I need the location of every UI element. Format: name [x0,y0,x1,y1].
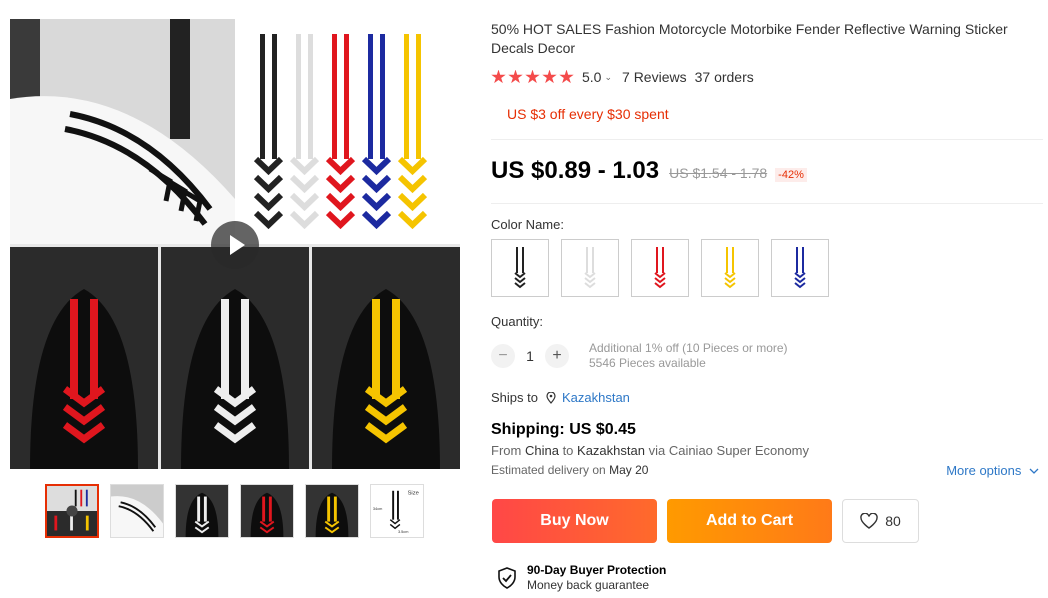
sticker-preview-icon [514,247,526,289]
coupon-text[interactable]: US $3 off every $30 spent [507,106,669,122]
sticker-preview-icon [584,247,596,289]
stock-available-text: 5546 Pieces available [589,356,706,370]
size-dim-a: 34cm [373,507,382,511]
play-icon [229,235,245,255]
color-swatch-red[interactable] [631,239,689,297]
rating-row: 5.0 ⌄ 7 Reviews 37 orders [491,69,754,85]
color-swatch-yellow[interactable] [701,239,759,297]
thumbnail-4[interactable] [240,484,294,538]
color-label: Color Name: [491,217,564,232]
quantity-input[interactable]: 1 [515,348,545,364]
size-label: Size [408,491,419,497]
orders-count: 37 orders [694,69,754,85]
color-swatch-black[interactable] [491,239,549,297]
heart-icon [860,513,878,529]
shield-check-icon [498,567,516,589]
quantity-increase-button[interactable]: + [545,344,569,368]
color-swatches [491,239,829,297]
star-icon [491,69,506,84]
shipping-method: via Cainiao Super Economy [648,443,810,458]
star-icon [525,69,540,84]
play-video-button[interactable] [211,221,259,269]
quantity-stepper: − 1 + Additional 1% off (10 Pieces or mo… [491,341,788,371]
shipping-cost: Shipping: US $0.45 [491,421,636,438]
main-product-image[interactable] [10,19,460,469]
ships-to-country-link[interactable]: Kazakhstan [562,390,630,405]
divider [491,203,1043,204]
thumbnail-1[interactable] [45,484,99,538]
delivery-prefix: Estimated delivery on [491,463,606,477]
bulk-discount-text: Additional 1% off (10 Pieces or more) [589,341,788,355]
color-swatch-blue[interactable] [771,239,829,297]
rating-stars[interactable] [491,69,574,85]
chevron-down-icon [1029,468,1039,474]
more-options-link[interactable]: More options [946,463,1039,478]
quantity-decrease-button[interactable]: − [491,344,515,368]
quantity-label: Quantity: [491,314,544,329]
buyer-protection: 90-Day Buyer Protection Money back guara… [497,563,666,593]
product-title: 50% HOT SALES Fashion Motorcycle Motorbi… [491,21,1008,56]
wishlist-button[interactable]: 80 [842,499,919,543]
discount-badge: -42% [775,168,807,182]
buy-now-button[interactable]: Buy Now [492,499,657,543]
size-dim-b: 3.5cm [398,530,408,534]
add-to-cart-button[interactable]: Add to Cart [667,499,832,543]
thumbnail-strip: Size 34cm 3.5cm [45,484,424,538]
ships-to-label: Ships to [491,390,538,405]
thumbnail-3[interactable] [175,484,229,538]
location-pin-icon [546,391,556,404]
protection-title: 90-Day Buyer Protection [527,563,667,577]
divider [491,139,1043,140]
current-price: US $0.89 - 1.03 [491,157,660,184]
thumbnail-6-size-chart[interactable]: Size 34cm 3.5cm [370,484,424,538]
color-swatch-white[interactable] [561,239,619,297]
estimated-delivery: Estimated delivery on May 20 [491,463,648,477]
protection-subtitle: Money back guarantee [527,578,650,592]
price-row: US $0.89 - 1.03 US $1.54 - 1.78 -42% [491,157,807,185]
to-word: to [562,443,574,458]
quantity-info: Additional 1% off (10 Pieces or more) 55… [589,341,788,371]
shipping-route: From China to Kazakhstan via Cainiao Sup… [491,443,809,458]
ships-to-row: Ships to Kazakhstan [491,390,630,405]
rating-value[interactable]: 5.0 [582,69,601,85]
to-country: Kazakhstan [577,443,645,458]
star-icon [559,69,574,84]
delivery-date: May 20 [609,463,649,477]
more-options-label: More options [946,463,1022,478]
sticker-preview-icon [654,247,666,289]
star-icon [508,69,523,84]
original-price: US $1.54 - 1.78 [669,165,768,181]
sticker-preview-icon [794,247,806,289]
thumbnail-5[interactable] [305,484,359,538]
sticker-preview-icon [724,247,736,289]
from-country: China [524,443,559,458]
reviews-link[interactable]: 7 Reviews [622,69,687,85]
star-icon [542,69,557,84]
from-prefix: From [491,443,522,458]
thumbnail-2[interactable] [110,484,164,538]
chevron-down-icon[interactable]: ⌄ [604,72,612,83]
wishlist-count: 80 [885,513,901,529]
